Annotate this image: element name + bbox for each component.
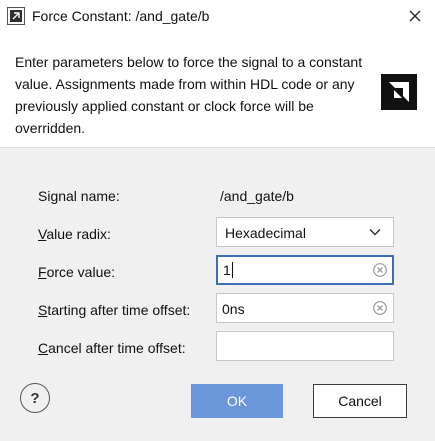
chevron-down-icon[interactable] [369,227,381,237]
force-value-input[interactable]: 1 [216,255,394,285]
close-button[interactable] [398,4,432,28]
value-radix-label: Value radix: [38,225,111,243]
signal-name-value: /and_gate/b [220,188,294,204]
app-icon [7,7,25,25]
close-icon[interactable] [409,10,421,22]
force-value-label-text: orce value: [46,264,116,280]
starting-after-label-mnemonic: S [38,302,48,318]
title-bar: Force Constant: /and_gate/b [0,0,435,32]
value-radix-select[interactable]: Hexadecimal [216,217,394,247]
clear-icon[interactable] [373,301,387,315]
description-text: Enter parameters below to force the sign… [15,54,363,136]
cancel-after-label-text: ancel after time offset: [48,340,186,356]
starting-after-input[interactable]: 0ns [216,293,394,323]
force-constant-dialog: Force Constant: /and_gate/b Enter parame… [0,0,435,441]
cancel-after-label-mnemonic: C [38,340,49,356]
ok-button[interactable]: OK [191,384,283,418]
amd-logo [381,74,417,110]
force-value-label-mnemonic: F [38,264,47,280]
value-radix-label-text: alue radix: [46,226,111,242]
starting-after-label-text: tarting after time offset: [47,302,191,318]
value-radix-selected: Hexadecimal [225,225,306,241]
clear-icon[interactable] [373,263,387,277]
force-value-label: Force value: [38,263,115,281]
help-button[interactable]: ? [20,383,50,413]
signal-name-label: Signal name: [38,188,120,204]
header-separator [0,147,435,148]
description-panel: Enter parameters below to force the sign… [0,32,435,147]
starting-after-label: Starting after time offset: [38,301,190,319]
window-title: Force Constant: /and_gate/b [32,8,210,24]
starting-after-value: 0ns [222,301,245,317]
text-caret [231,262,233,278]
cancel-after-input[interactable] [216,331,394,361]
cancel-after-label: Cancel after time offset: [38,339,186,357]
cancel-button[interactable]: Cancel [313,384,407,418]
force-value-text[interactable]: 1 [223,262,233,278]
force-value-entered: 1 [223,262,231,278]
